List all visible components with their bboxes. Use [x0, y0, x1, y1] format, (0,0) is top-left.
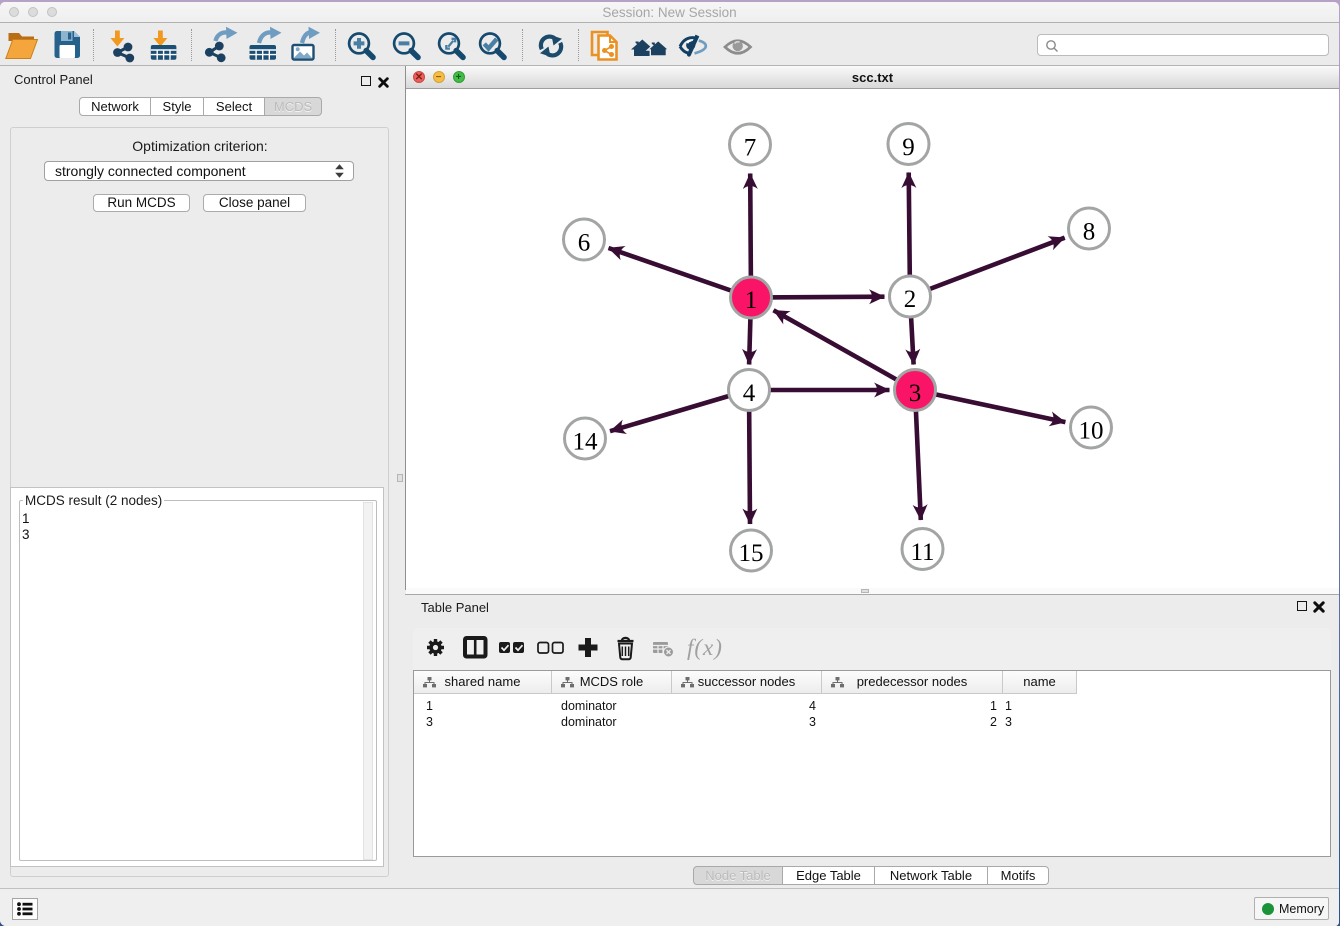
svg-text:3: 3	[909, 380, 922, 407]
svg-text:7: 7	[744, 135, 757, 162]
svg-text:4: 4	[743, 380, 756, 407]
svg-text:1: 1	[745, 287, 758, 314]
svg-text:f(x): f(x)	[687, 635, 723, 660]
svg-text:8: 8	[1083, 219, 1096, 246]
svg-text:10: 10	[1079, 418, 1104, 445]
svg-text:14: 14	[573, 429, 599, 456]
svg-text:15: 15	[739, 540, 764, 567]
svg-text:2: 2	[904, 286, 917, 313]
svg-text:11: 11	[910, 539, 934, 566]
svg-text:6: 6	[578, 230, 591, 257]
svg-text:9: 9	[902, 134, 915, 161]
